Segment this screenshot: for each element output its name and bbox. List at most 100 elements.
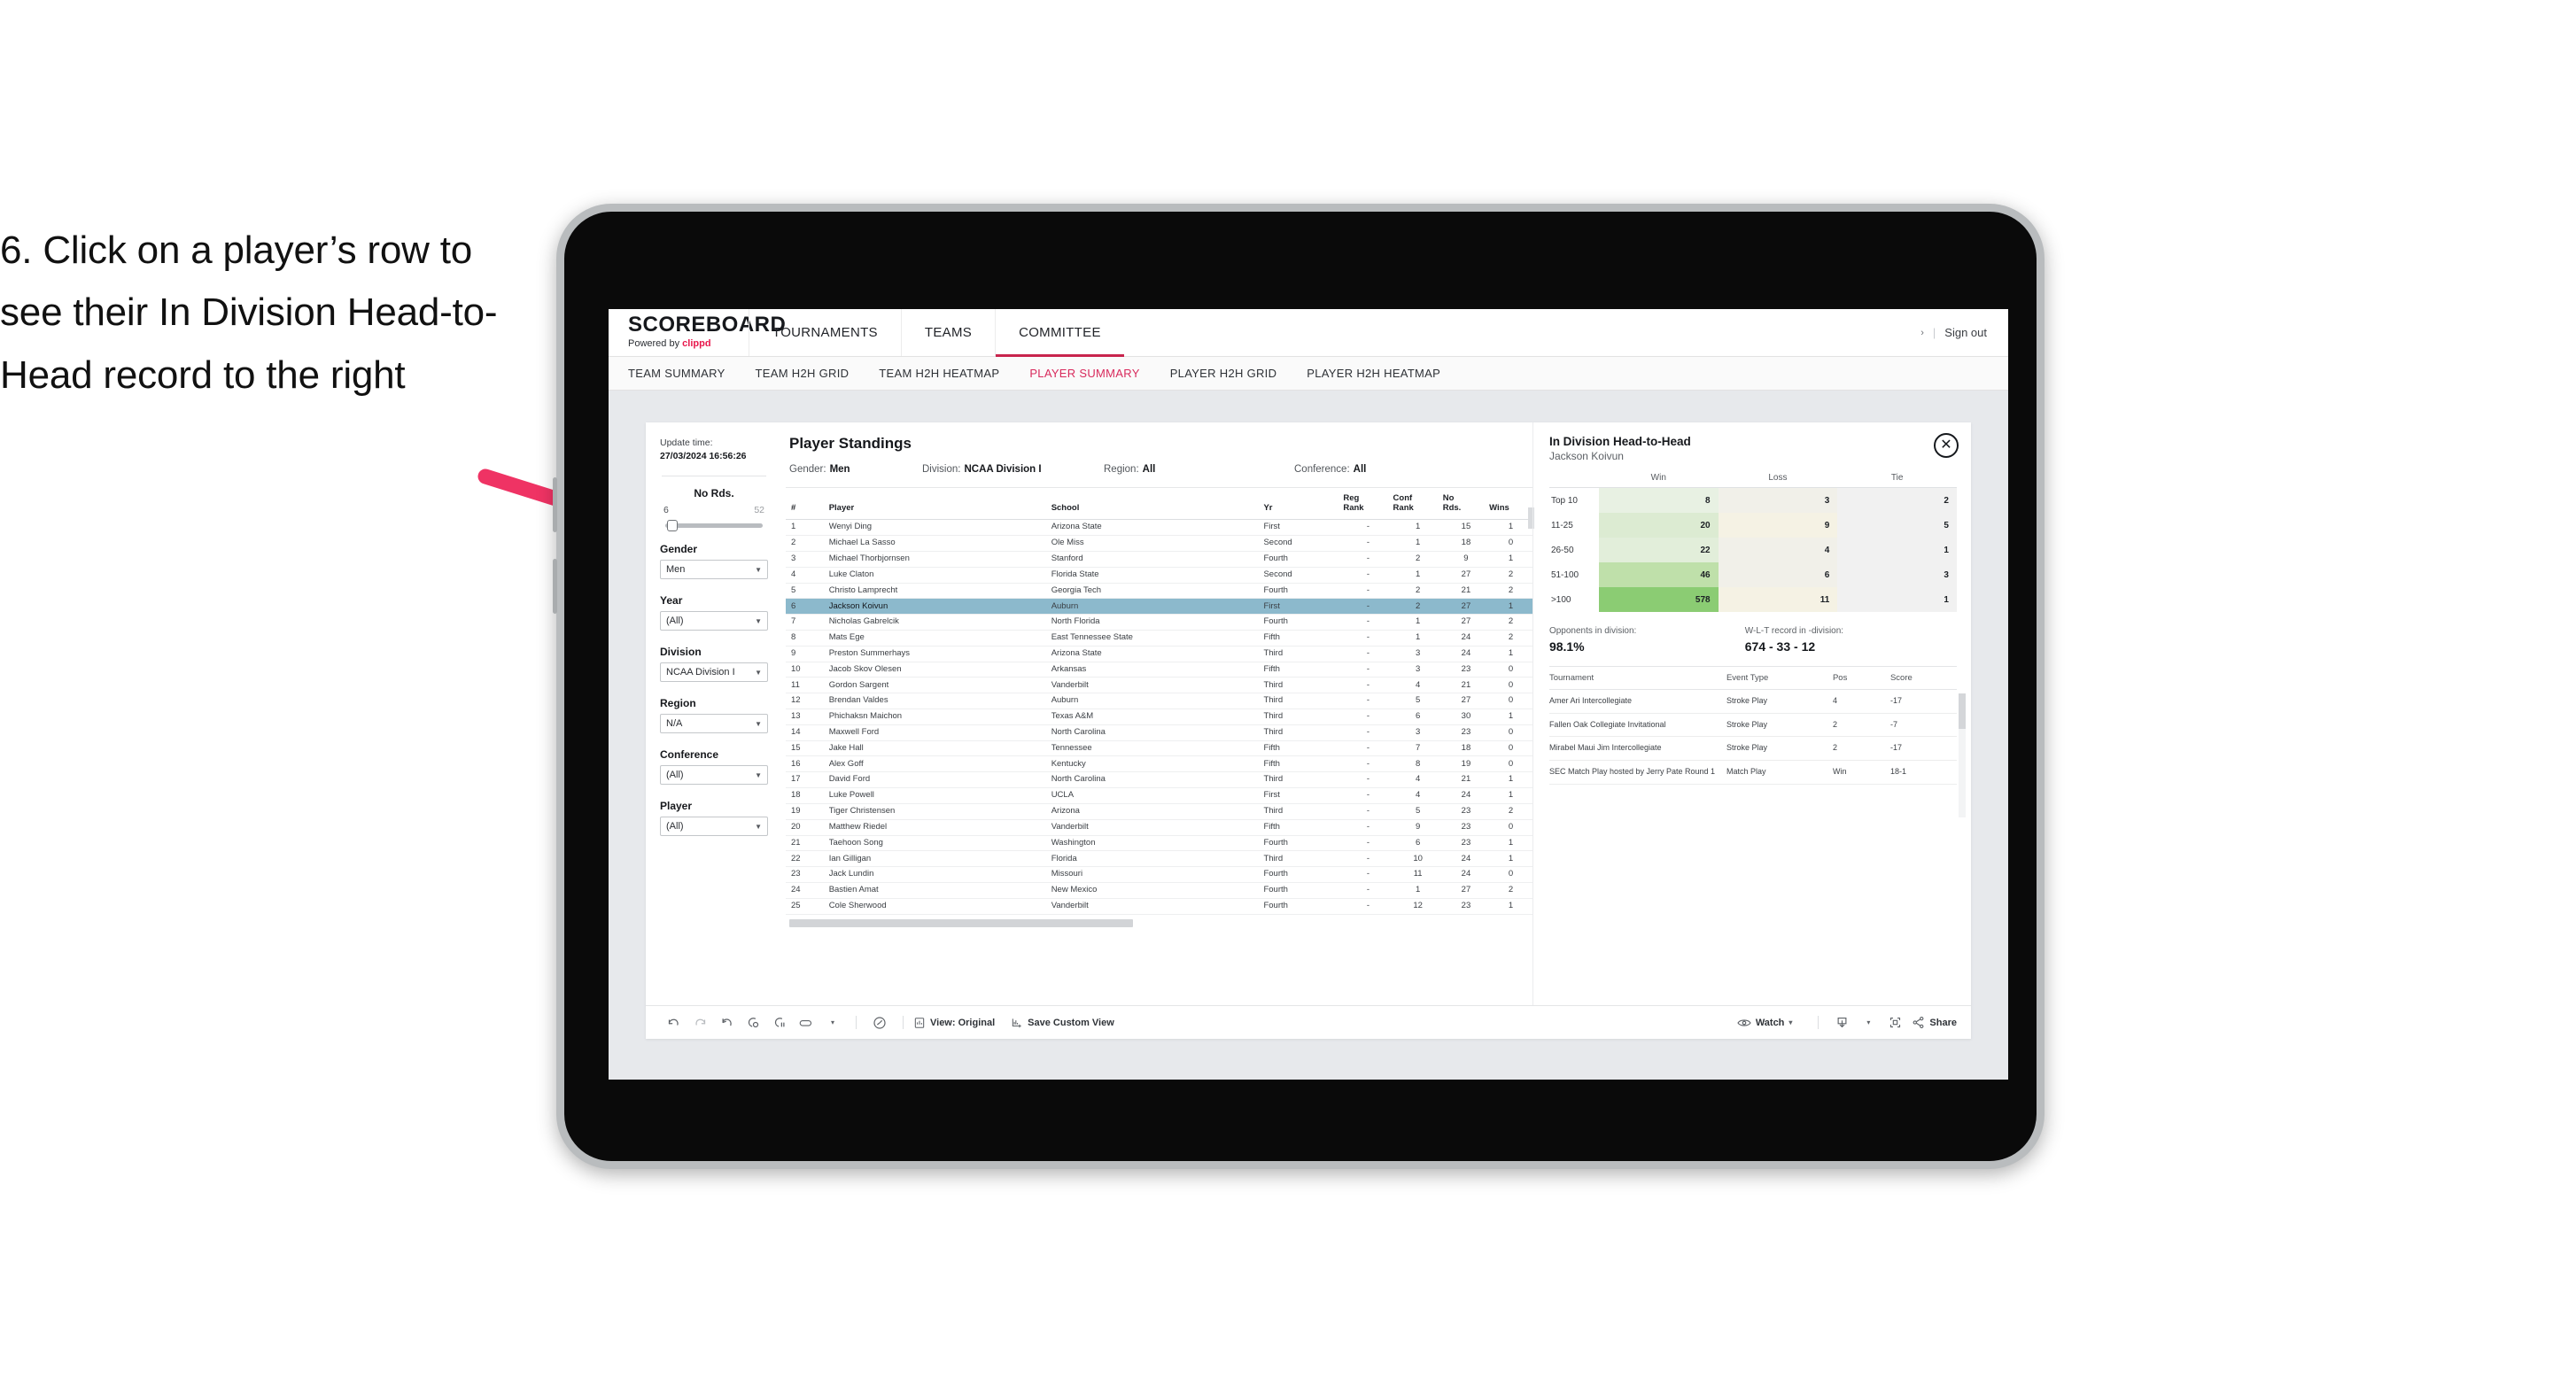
heatmap-cell[interactable]: 20 [1598,513,1719,538]
cell-conf-rank: 1 [1393,882,1443,899]
table-row[interactable]: 11 Gordon Sargent Vanderbilt Third -4 21 0 [786,677,1532,694]
subnav-tab-team-h2h-heatmap[interactable]: TEAM H2H HEATMAP [879,367,999,380]
dashboard-icon[interactable] [866,1016,893,1030]
heatmap-cell[interactable]: 11 [1718,587,1838,612]
table-row[interactable]: 4 Luke Claton Florida State Second -1 27 2 [786,567,1532,584]
filter-player-select[interactable]: (All) ▼ [660,817,768,837]
redo-icon[interactable] [687,1016,713,1029]
heatmap-cell[interactable]: 578 [1598,587,1719,612]
save-custom-view-button[interactable]: Save Custom View [1011,1017,1114,1029]
heatmap-cell[interactable]: 8 [1598,487,1719,513]
subnav-tab-team-h2h-grid[interactable]: TEAM H2H GRID [756,367,850,380]
sign-out-link[interactable]: Sign out [1944,326,1987,339]
col-rank[interactable]: # [786,488,829,521]
table-row[interactable]: 3 Michael Thorbjornsen Stanford Fourth -2 9 1 [786,551,1532,568]
table-row[interactable]: 5 Christo Lamprecht Georgia Tech Fourth -2 21… [786,583,1532,600]
subnav-tab-player-h2h-heatmap[interactable]: PLAYER H2H HEATMAP [1307,367,1440,380]
heatmap-cell[interactable]: 3 [1837,562,1957,587]
table-row[interactable]: 2 Michael La Sasso Ole Miss Second -1 18 0 [786,535,1532,552]
table-row[interactable]: 6 Jackson Koivun Auburn First -2 27 1 [786,598,1532,616]
table-row[interactable]: 8 Mats Ege East Tennessee State Fifth -1 24 2 [786,630,1532,647]
table-row[interactable]: 23 Jack Lundin Missouri Fourth -11 24 0 [786,866,1532,883]
table-row[interactable]: 25 Cole Sherwood Vanderbilt Fourth -12 23 1 [786,898,1532,915]
filter-gender-select[interactable]: Men ▼ [660,560,768,580]
table-row[interactable]: 18 Luke Powell UCLA First -4 24 1 [786,787,1532,804]
cell-wins: 0 [1489,662,1532,678]
tournament-row[interactable]: SEC Match Play hosted by Jerry Pate Roun… [1548,760,1957,785]
volume-up-button[interactable] [553,477,557,532]
table-row[interactable]: 14 Maxwell Ford North Carolina Third -3 23 0 [786,724,1532,741]
view-original-button[interactable]: View: Original [913,1017,995,1029]
download-icon[interactable] [1828,1016,1855,1029]
col-pos: Pos [1832,667,1890,690]
heatmap-cell[interactable]: 9 [1718,513,1838,538]
fullscreen-icon[interactable] [1882,1016,1908,1029]
table-row[interactable]: 20 Matthew Riedel Vanderbilt Fifth -9 23 0 [786,819,1532,836]
cell-wins: 1 [1489,598,1532,616]
table-row[interactable]: 10 Jacob Skov Olesen Arkansas Fifth -3 23 0 [786,662,1532,678]
table-row[interactable]: 1 Wenyi Ding Arizona State First -1 15 1 [786,519,1532,537]
standings-horizontal-scrollbar[interactable] [789,918,1133,927]
cell-position: 2 [1832,713,1890,738]
tournaments-scrollbar[interactable] [1958,693,1966,817]
tournament-row[interactable]: Mirabel Maui Jim Intercollegiate Stroke P… [1548,736,1957,762]
no-rounds-slider[interactable] [665,520,763,532]
nav-tab-tournaments[interactable]: TOURNAMENTS [749,309,901,356]
chevron-right-icon[interactable]: › [1920,328,1924,338]
nav-tab-committee[interactable]: COMMITTEE [995,309,1124,357]
col-school[interactable]: School [1051,488,1264,521]
revert-icon[interactable] [713,1016,740,1029]
col-reg-rank[interactable]: Reg Rank [1343,488,1393,521]
table-row[interactable]: 22 Ian Gilligan Florida Third -10 24 1 [786,850,1532,868]
heatmap-cell[interactable]: 4 [1718,538,1838,562]
table-row[interactable]: 17 David Ford North Carolina Third -4 21 1 [786,771,1532,789]
volume-down-button[interactable] [553,559,557,614]
share-button[interactable]: Share [1912,1016,1957,1029]
undo-icon[interactable] [660,1016,687,1029]
filter-division-select[interactable]: NCAA Division I ▼ [660,662,768,683]
table-row[interactable]: 7 Nicholas Gabrelcik North Florida Fourth -1… [786,614,1532,631]
subnav-tab-player-summary[interactable]: PLAYER SUMMARY [1029,367,1139,380]
col-no-rds[interactable]: No Rds. [1442,488,1490,521]
highlight-icon[interactable] [793,1018,819,1028]
col-player[interactable]: Player [828,488,1051,521]
table-row[interactable]: 21 Taehoon Song Washington Fourth -6 23 1 [786,835,1532,852]
subnav-tab-team-summary[interactable]: TEAM SUMMARY [628,367,725,380]
pause-icon[interactable] [766,1016,793,1029]
heatmap-cell[interactable]: 1 [1837,587,1957,612]
table-row[interactable]: 19 Tiger Christensen Arizona Third -5 23 2 [786,803,1532,820]
refresh-icon[interactable] [740,1016,766,1029]
table-row[interactable]: 12 Brendan Valdes Auburn Third -5 27 0 [786,693,1532,709]
tournament-row[interactable]: Fallen Oak Collegiate Invitational Stroke… [1548,713,1957,738]
tournament-row[interactable]: Amer Ari Intercollegiate Stroke Play 4 -17 [1548,689,1957,714]
table-row[interactable]: 9 Preston Summerhays Arizona State Third -3 2… [786,646,1532,662]
highlight-dropdown-caret[interactable]: ▾ [819,1018,846,1026]
watch-button[interactable]: Watch ▾ [1737,1018,1792,1028]
cell-position: 2 [1832,736,1890,762]
col-conf-rank[interactable]: Conf Rank [1393,488,1443,521]
heatmap-cell[interactable]: 2 [1837,487,1957,513]
slider-thumb[interactable] [667,520,678,532]
table-row[interactable]: 13 Phichaksn Maichon Texas A&M Third -6 30 1 [786,708,1532,725]
cell-year: First [1263,519,1344,537]
filter-year-select[interactable]: (All) ▼ [660,611,768,631]
table-row[interactable]: 24 Bastien Amat New Mexico Fourth -1 27 2 [786,882,1532,899]
filter-region-select[interactable]: N/A ▼ [660,714,768,734]
col-year[interactable]: Yr [1263,488,1344,521]
heatmap-cell[interactable]: 1 [1837,538,1957,562]
heatmap-cell[interactable]: 3 [1718,487,1838,513]
heatmap-cell[interactable]: 46 [1598,562,1719,587]
table-row[interactable]: 15 Jake Hall Tennessee Fifth -7 18 0 [786,740,1532,757]
close-icon[interactable]: ✕ [1933,433,1959,458]
table-row[interactable]: 16 Alex Goff Kentucky Fifth -8 19 0 [786,755,1532,773]
app-logo[interactable]: SCOREBOARD Powered by clippd [609,309,786,356]
subnav-tab-player-h2h-grid[interactable]: PLAYER H2H GRID [1170,367,1277,380]
heatmap-cell[interactable]: 6 [1718,562,1838,587]
heatmap-cell[interactable]: 5 [1837,513,1957,538]
col-wins[interactable]: Wins [1489,488,1532,521]
download-dropdown-caret[interactable]: ▾ [1855,1018,1882,1026]
heatmap-cell[interactable]: 22 [1598,538,1719,562]
nav-tab-teams[interactable]: TEAMS [900,309,995,356]
filter-conference-select[interactable]: (All) ▼ [660,765,768,786]
player-standings-panel: Player Standings Gender: Men Division: NCA… [786,422,1534,1005]
